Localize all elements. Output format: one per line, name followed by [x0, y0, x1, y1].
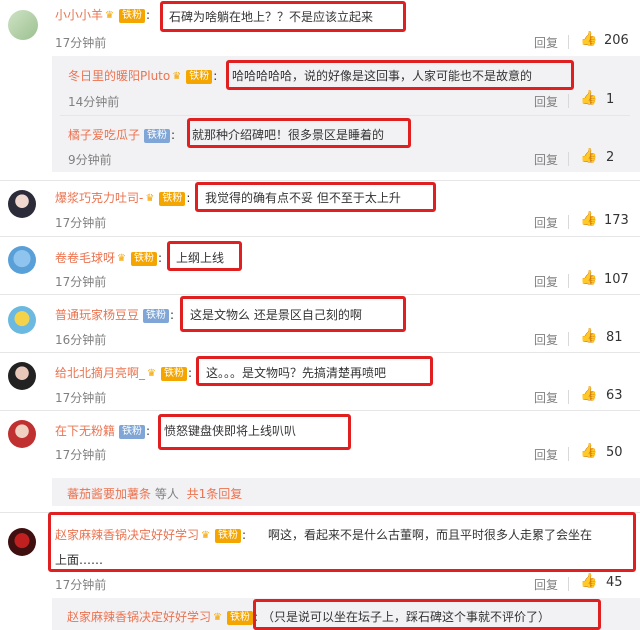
comment-time: 9分钟前	[68, 153, 112, 167]
divider	[0, 294, 640, 295]
reply-button[interactable]: 回复	[534, 389, 558, 406]
comment-text: 愤怒键盘侠即将上线叭叭	[164, 424, 297, 438]
comment-user-name[interactable]: 卷卷毛球呀 ♛ 铁粉:	[55, 249, 162, 266]
thumbs-up-icon[interactable]: 👍	[580, 148, 597, 164]
comment-time: 17分钟前	[55, 275, 107, 289]
avatar[interactable]	[8, 528, 36, 556]
comment-time: 17分钟前	[55, 216, 107, 230]
comment-text: 这是文物么 还是景区自己刻的啊	[190, 308, 362, 322]
avatar[interactable]	[8, 10, 38, 40]
fan-badge: 铁粉	[161, 366, 188, 381]
fan-badge: 铁粉	[119, 424, 146, 439]
divider	[0, 236, 640, 237]
reply-button[interactable]: 回复	[534, 331, 558, 348]
more-replies-users[interactable]: 蕃茄酱要加薯条	[67, 487, 151, 501]
thumbs-up-icon[interactable]: 👍	[580, 90, 597, 106]
thumbs-up-icon[interactable]: 👍	[580, 211, 597, 227]
like-count: 206	[604, 33, 629, 48]
comment-time: 17分钟前	[55, 36, 107, 50]
fan-badge: 铁粉	[119, 8, 146, 23]
thumbs-up-icon[interactable]: 👍	[580, 31, 597, 47]
like-count: 107	[604, 272, 629, 287]
comment-user-name[interactable]: 冬日里的暖阳Pluto ♛ 铁粉:	[68, 67, 217, 84]
divider	[568, 215, 569, 229]
avatar[interactable]	[8, 246, 36, 274]
crown-icon: ♛	[147, 367, 156, 379]
like-count: 81	[606, 330, 623, 345]
crown-icon: ♛	[172, 70, 182, 82]
thumbs-up-icon[interactable]: 👍	[580, 386, 597, 402]
divider	[568, 152, 569, 166]
more-replies-count[interactable]: 共1条回复	[187, 487, 243, 501]
divider	[568, 390, 569, 404]
comment-text: 上纲上线	[176, 251, 225, 265]
comment-time: 14分钟前	[68, 95, 120, 109]
divider	[60, 115, 630, 116]
reply-button[interactable]: 回复	[534, 34, 558, 51]
reply-button[interactable]: 回复	[534, 93, 558, 110]
comment-user-name[interactable]: 普通玩家杨豆豆 铁粉:	[55, 306, 174, 323]
like-count: 2	[606, 150, 615, 165]
crown-icon: ♛	[117, 252, 126, 264]
comment-time: 17分钟前	[55, 391, 107, 405]
fan-badge: 铁粉	[186, 69, 213, 84]
comment-text: 上面……	[55, 553, 104, 567]
comment-user-name[interactable]: 给北北摘月亮啊_ ♛ 铁粉:	[55, 364, 192, 381]
divider	[0, 180, 640, 181]
comment-text: 就那种介绍碑吧！很多景区是睡着的	[192, 128, 385, 142]
divider	[568, 447, 569, 461]
crown-icon: ♛	[105, 9, 114, 21]
divider	[568, 332, 569, 346]
comment-time: 17分钟前	[55, 578, 107, 592]
comment-time: 16分钟前	[55, 333, 107, 347]
comment-user-name[interactable]: 爆浆巧克力吐司- ♛ 铁粉:	[55, 189, 190, 206]
comment-text: 我觉得的确有点不妥 但不至于太上升	[205, 191, 401, 205]
comment-text: （只是说可以坐在坛子上，踩石碑这个事就不评价了）	[262, 610, 551, 624]
comment-user-name[interactable]: 赵家麻辣香锅决定好好学习 ♛ 铁粉:	[67, 608, 258, 625]
reply-button[interactable]: 回复	[534, 576, 558, 593]
avatar[interactable]	[8, 420, 36, 448]
like-count: 63	[606, 388, 623, 403]
comment-user-name[interactable]: 在下无粉籍 铁粉:	[55, 422, 150, 439]
reply-button[interactable]: 回复	[534, 273, 558, 290]
more-replies-link[interactable]: 蕃茄酱要加薯条 等人 共1条回复	[67, 485, 242, 502]
thumbs-up-icon[interactable]: 👍	[580, 443, 597, 459]
divider	[568, 35, 569, 49]
like-count: 173	[604, 213, 629, 228]
divider	[568, 274, 569, 288]
avatar[interactable]	[8, 190, 36, 218]
thumbs-up-icon[interactable]: 👍	[580, 573, 597, 589]
divider	[0, 352, 640, 353]
comment-text: 啊这，看起来不是什么古董啊，而且平时很多人走累了会坐在	[268, 528, 593, 542]
comment-text: 这。。。是文物吗？先搞清楚再喷吧	[206, 366, 387, 380]
reply-button[interactable]: 回复	[534, 446, 558, 463]
comment-user-name[interactable]: 橘子爱吃瓜子 铁粉:	[68, 126, 175, 143]
comment-text: 石碑为啥躺在地上？？不是应该立起来	[169, 10, 374, 24]
fan-badge: 铁粉	[131, 251, 158, 266]
more-replies-suffix: 等人	[151, 487, 179, 501]
divider	[568, 577, 569, 591]
reply-button[interactable]: 回复	[534, 214, 558, 231]
reply-button[interactable]: 回复	[534, 151, 558, 168]
like-count: 50	[606, 445, 623, 460]
thumbs-up-icon[interactable]: 👍	[580, 328, 597, 344]
fan-badge: 铁粉	[159, 191, 186, 206]
fan-badge: 铁粉	[143, 308, 170, 323]
fan-badge: 铁粉	[227, 610, 254, 625]
divider	[568, 94, 569, 108]
crown-icon: ♛	[145, 192, 155, 204]
comment-user-name[interactable]: 小小小羊 ♛ 铁粉:	[55, 6, 150, 23]
comment-text: 哈哈哈哈哈，说的好像是这回事，人家可能也不是故意的	[232, 69, 533, 83]
divider	[0, 410, 640, 411]
avatar[interactable]	[8, 306, 36, 334]
like-count: 1	[606, 92, 615, 107]
avatar[interactable]	[8, 362, 36, 390]
fan-badge: 铁粉	[144, 128, 171, 143]
thumbs-up-icon[interactable]: 👍	[580, 270, 597, 286]
crown-icon: ♛	[213, 611, 222, 623]
like-count: 45	[606, 575, 623, 590]
comment-time: 17分钟前	[55, 448, 107, 462]
